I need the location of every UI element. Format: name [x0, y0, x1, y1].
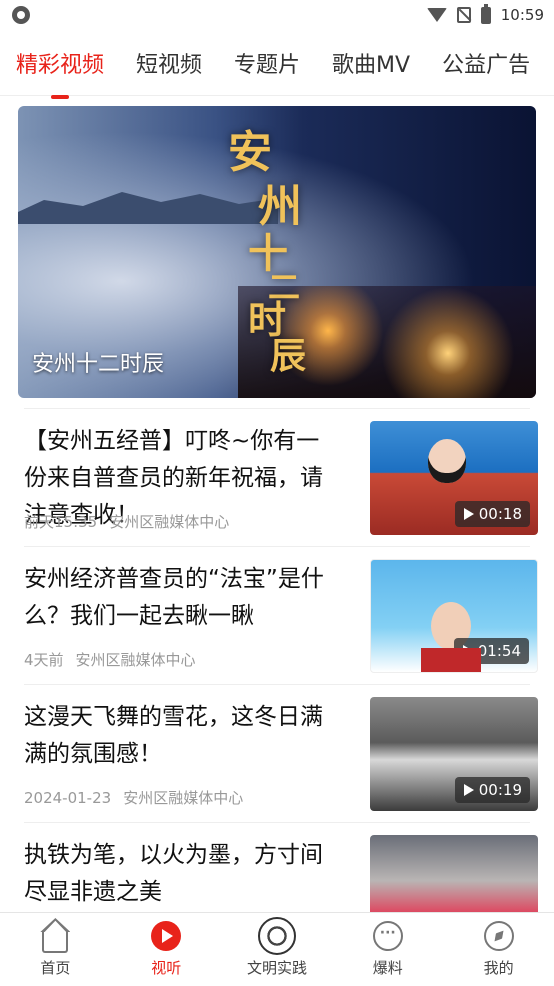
item-meta: 2024-01-23 安州区融媒体中心: [24, 787, 243, 808]
hero-art-char: 辰: [270, 335, 307, 377]
hero-art-char: 时: [248, 297, 287, 342]
item-time: 4天前: [24, 651, 64, 669]
item-source: 安州区融媒体中心: [75, 651, 196, 669]
item-meta: 前天15:35 安州区融媒体中心: [24, 511, 229, 532]
hero-art-char: 州: [258, 181, 302, 232]
tab-public-service-ads[interactable]: 公益广告: [442, 47, 530, 79]
nav-home[interactable]: 首页: [0, 913, 111, 986]
no-sim-icon: [456, 7, 471, 23]
nav-tips[interactable]: 爆料: [332, 913, 443, 986]
list-item[interactable]: 这漫天飞舞的雪花，这冬日满满的氛围感！ 2024-01-23 安州区融媒体中心 0…: [24, 684, 538, 822]
item-title: 安州经济普查员的“法宝”是什么？我们一起去瞅一瞅: [24, 566, 324, 629]
hero-banner[interactable]: 安 州 十 二 时 辰 安州十二时辰: [18, 106, 536, 398]
nav-label: 首页: [40, 959, 71, 977]
tab-music-videos[interactable]: 歌曲MV: [332, 47, 410, 79]
bottom-navigation: 首页 视听 文明实践 爆料 我的: [0, 912, 554, 986]
hero-caption: 安州十二时辰: [32, 352, 165, 377]
wifi-icon: [426, 8, 447, 22]
item-source: 安州区融媒体中心: [123, 789, 244, 807]
item-thumbnail: 00:18: [370, 421, 538, 535]
item-time: 前天15:35: [24, 513, 98, 531]
hero-calligraphy-title: 安 州 十 二 时 辰: [228, 126, 307, 377]
item-title: 执铁为笔，以火为墨，方寸间尽显非遗之美: [24, 842, 323, 905]
nav-mine[interactable]: 我的: [443, 913, 554, 986]
item-time: 2024-01-23: [24, 789, 112, 807]
nav-audiovisual[interactable]: 视听: [111, 913, 222, 986]
battery-icon: [480, 3, 491, 24]
tab-featured-videos[interactable]: 精彩视频: [16, 47, 104, 99]
video-duration: 00:19: [454, 777, 530, 803]
play-icon: [151, 921, 182, 951]
item-thumbnail: 00:19: [370, 697, 538, 811]
nav-label: 我的: [483, 959, 514, 977]
video-duration: 01:54: [453, 638, 529, 664]
category-tabs: 精彩视频 短视频 专题片 歌曲MV 公益广告: [0, 30, 554, 99]
chat-icon: [372, 921, 403, 951]
status-indicators: 10:59: [426, 3, 544, 26]
list-item[interactable]: 【安州五经普】叮咚~你有一份来自普查员的新年祝福，请注意查收！ 前天15:35 安…: [24, 408, 538, 546]
compass-icon: [483, 921, 514, 951]
tab-documentaries[interactable]: 专题片: [234, 47, 300, 79]
status-bar: 10:59: [0, 0, 554, 30]
clock: 10:59: [500, 6, 544, 24]
item-source: 安州区融媒体中心: [109, 513, 230, 531]
item-meta: 4天前 安州区融媒体中心: [24, 649, 196, 670]
video-list: 【安州五经普】叮咚~你有一份来自普查员的新年祝福，请注意查收！ 前天15:35 安…: [0, 408, 554, 960]
hero-art-char: 安: [228, 127, 272, 178]
tab-short-videos[interactable]: 短视频: [136, 47, 202, 79]
video-duration: 00:18: [454, 501, 530, 527]
nav-civilization-practice[interactable]: 文明实践: [222, 913, 333, 986]
app-status-icon: [12, 6, 30, 24]
seal-icon: [257, 917, 296, 955]
home-icon: [42, 931, 69, 953]
nav-label: 视听: [151, 959, 182, 977]
item-thumbnail: 01:54: [370, 559, 538, 673]
nav-label: 爆料: [372, 959, 403, 977]
item-title: 这漫天飞舞的雪花，这冬日满满的氛围感！: [24, 704, 323, 767]
nav-label: 文明实践: [246, 959, 307, 977]
list-item[interactable]: 安州经济普查员的“法宝”是什么？我们一起去瞅一瞅 4天前 安州区融媒体中心 01:…: [24, 546, 538, 684]
